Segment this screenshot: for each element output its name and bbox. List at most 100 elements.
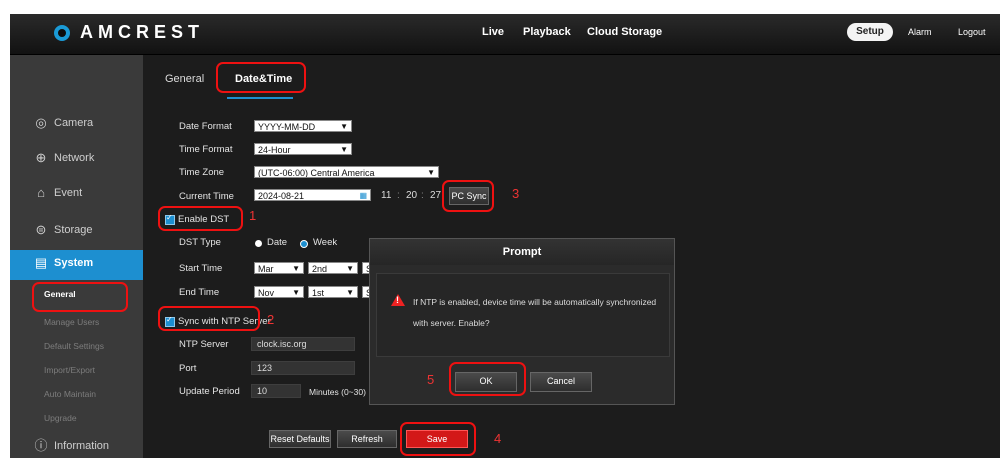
- date-format-select[interactable]: YYYY-MM-DD ▼: [254, 120, 352, 132]
- refresh-button[interactable]: Refresh: [337, 430, 397, 448]
- time-format-label: Time Format: [179, 144, 233, 155]
- end-month-select[interactable]: Nov ▼: [254, 286, 304, 298]
- step-number: 2: [267, 312, 275, 327]
- start-time-label: Start Time: [179, 263, 223, 274]
- select-value: (UTC-06:00) Central America: [258, 168, 375, 178]
- nav-cloud-storage[interactable]: Cloud Storage: [587, 26, 662, 38]
- time-separator: :: [421, 190, 424, 201]
- subnav-import-export[interactable]: Import/Export: [44, 365, 95, 375]
- highlight-box: [449, 362, 526, 396]
- sidebar-item-label: System: [54, 257, 94, 269]
- dst-date-radio[interactable]: [255, 240, 262, 247]
- subnav-upgrade[interactable]: Upgrade: [44, 413, 77, 423]
- dst-week-label: Week: [313, 237, 338, 248]
- port-label: Port: [179, 363, 197, 374]
- subnav-auto-maintain[interactable]: Auto Maintain: [44, 389, 96, 399]
- reset-defaults-button[interactable]: Reset Defaults: [269, 430, 331, 448]
- sidebar-item-information[interactable]: ⓘ Information: [10, 433, 143, 458]
- alarm-link[interactable]: Alarm: [908, 27, 932, 37]
- ntp-server-input[interactable]: clock.isc.org: [251, 337, 355, 351]
- subnav-default-settings[interactable]: Default Settings: [44, 341, 104, 351]
- sidebar-item-label: Event: [54, 187, 83, 199]
- step-number: 3: [512, 186, 520, 201]
- step-number: 4: [494, 431, 502, 446]
- select-value: Nov: [258, 288, 275, 298]
- ntp-server-value: clock.isc.org: [257, 339, 307, 349]
- update-period-unit: Minutes (0~30): [309, 387, 366, 397]
- prompt-dialog: Prompt If NTP is enabled, device time wi…: [369, 238, 675, 405]
- dialog-title: Prompt: [370, 239, 674, 265]
- calendar-icon: ▦: [359, 191, 367, 200]
- system-icon: ▤: [34, 255, 48, 270]
- camera-icon: ◎: [35, 115, 47, 130]
- hour-field[interactable]: 11: [381, 190, 391, 201]
- top-bar: AMCREST Live Playback Cloud Storage Setu…: [10, 14, 1000, 55]
- sidebar-item-label: Camera: [54, 117, 94, 129]
- dst-week-radio[interactable]: [300, 240, 308, 248]
- network-icon: ⊕: [35, 150, 47, 165]
- screenshot: AMCREST Live Playback Cloud Storage Setu…: [0, 0, 1000, 458]
- current-time-label: Current Time: [179, 191, 234, 202]
- highlight-box: [400, 422, 476, 456]
- tab-general[interactable]: General: [165, 73, 204, 85]
- chevron-down-icon: ▼: [427, 168, 435, 177]
- select-value: 1st: [312, 288, 325, 298]
- nav-playback[interactable]: Playback: [523, 26, 571, 38]
- cancel-button[interactable]: Cancel: [530, 372, 592, 392]
- chevron-down-icon: ▼: [340, 122, 348, 131]
- ntp-server-label: NTP Server: [179, 339, 229, 350]
- chevron-down-icon: ▼: [340, 145, 348, 154]
- time-zone-select[interactable]: (UTC-06:00) Central America ▼: [254, 166, 439, 178]
- dialog-message: If NTP is enabled, device time will be a…: [413, 297, 657, 328]
- event-icon: ⌂: [37, 185, 45, 200]
- sidebar-item-label: Information: [54, 440, 110, 452]
- amcrest-logo-icon: [54, 24, 70, 41]
- sidebar-item-storage[interactable]: ⊜ Storage: [10, 217, 143, 247]
- select-value: Mar: [258, 264, 274, 274]
- dst-date-label: Date: [267, 237, 288, 248]
- app-window: AMCREST Live Playback Cloud Storage Setu…: [10, 14, 1000, 458]
- select-value: 24-Hour: [258, 145, 291, 155]
- step-number: 5: [427, 372, 435, 387]
- date-value: 2024-08-21: [258, 191, 305, 201]
- brand-name: AMCREST: [80, 22, 204, 42]
- info-icon: ⓘ: [34, 438, 48, 453]
- logout-link[interactable]: Logout: [958, 27, 986, 37]
- chevron-down-icon: ▼: [292, 288, 300, 297]
- sidebar-item-network[interactable]: ⊕ Network: [10, 145, 143, 175]
- sidebar-item-camera[interactable]: ◎ Camera: [10, 110, 143, 140]
- highlight-box: [216, 62, 306, 93]
- time-zone-label: Time Zone: [179, 167, 225, 178]
- active-tab-underline: [227, 97, 293, 99]
- highlight-box: [158, 206, 243, 231]
- nav-live[interactable]: Live: [482, 26, 504, 38]
- chevron-down-icon: ▼: [292, 264, 300, 273]
- current-date-input[interactable]: 2024-08-21 ▦: [254, 189, 371, 201]
- end-week-select[interactable]: 1st ▼: [308, 286, 358, 298]
- highlight-box: [442, 180, 494, 212]
- update-period-input[interactable]: 10: [251, 384, 301, 398]
- start-month-select[interactable]: Mar ▼: [254, 262, 304, 274]
- sidebar-item-label: Network: [54, 152, 95, 164]
- sidebar-item-system[interactable]: ▤ System: [10, 250, 143, 280]
- setup-button[interactable]: Setup: [847, 23, 893, 41]
- update-period-label: Update Period: [179, 386, 240, 397]
- second-field[interactable]: 27: [430, 190, 441, 201]
- update-period-value: 10: [257, 386, 268, 396]
- step-number: 1: [249, 208, 257, 223]
- button-label: Refresh: [351, 434, 383, 444]
- select-value: YYYY-MM-DD: [258, 122, 316, 132]
- port-input[interactable]: 123: [251, 361, 355, 375]
- button-label: Cancel: [546, 376, 575, 386]
- dialog-body: If NTP is enabled, device time will be a…: [376, 273, 670, 357]
- sidebar-item-event[interactable]: ⌂ Event: [10, 180, 143, 210]
- minute-field[interactable]: 20: [406, 190, 417, 201]
- start-week-select[interactable]: 2nd ▼: [308, 262, 358, 274]
- storage-icon: ⊜: [35, 222, 47, 237]
- time-format-select[interactable]: 24-Hour ▼: [254, 143, 352, 155]
- warning-icon: [391, 294, 405, 306]
- select-value: 2nd: [312, 264, 328, 274]
- highlight-box: [32, 282, 128, 312]
- subnav-manage-users[interactable]: Manage Users: [44, 317, 99, 327]
- dst-type-label: DST Type: [179, 237, 221, 248]
